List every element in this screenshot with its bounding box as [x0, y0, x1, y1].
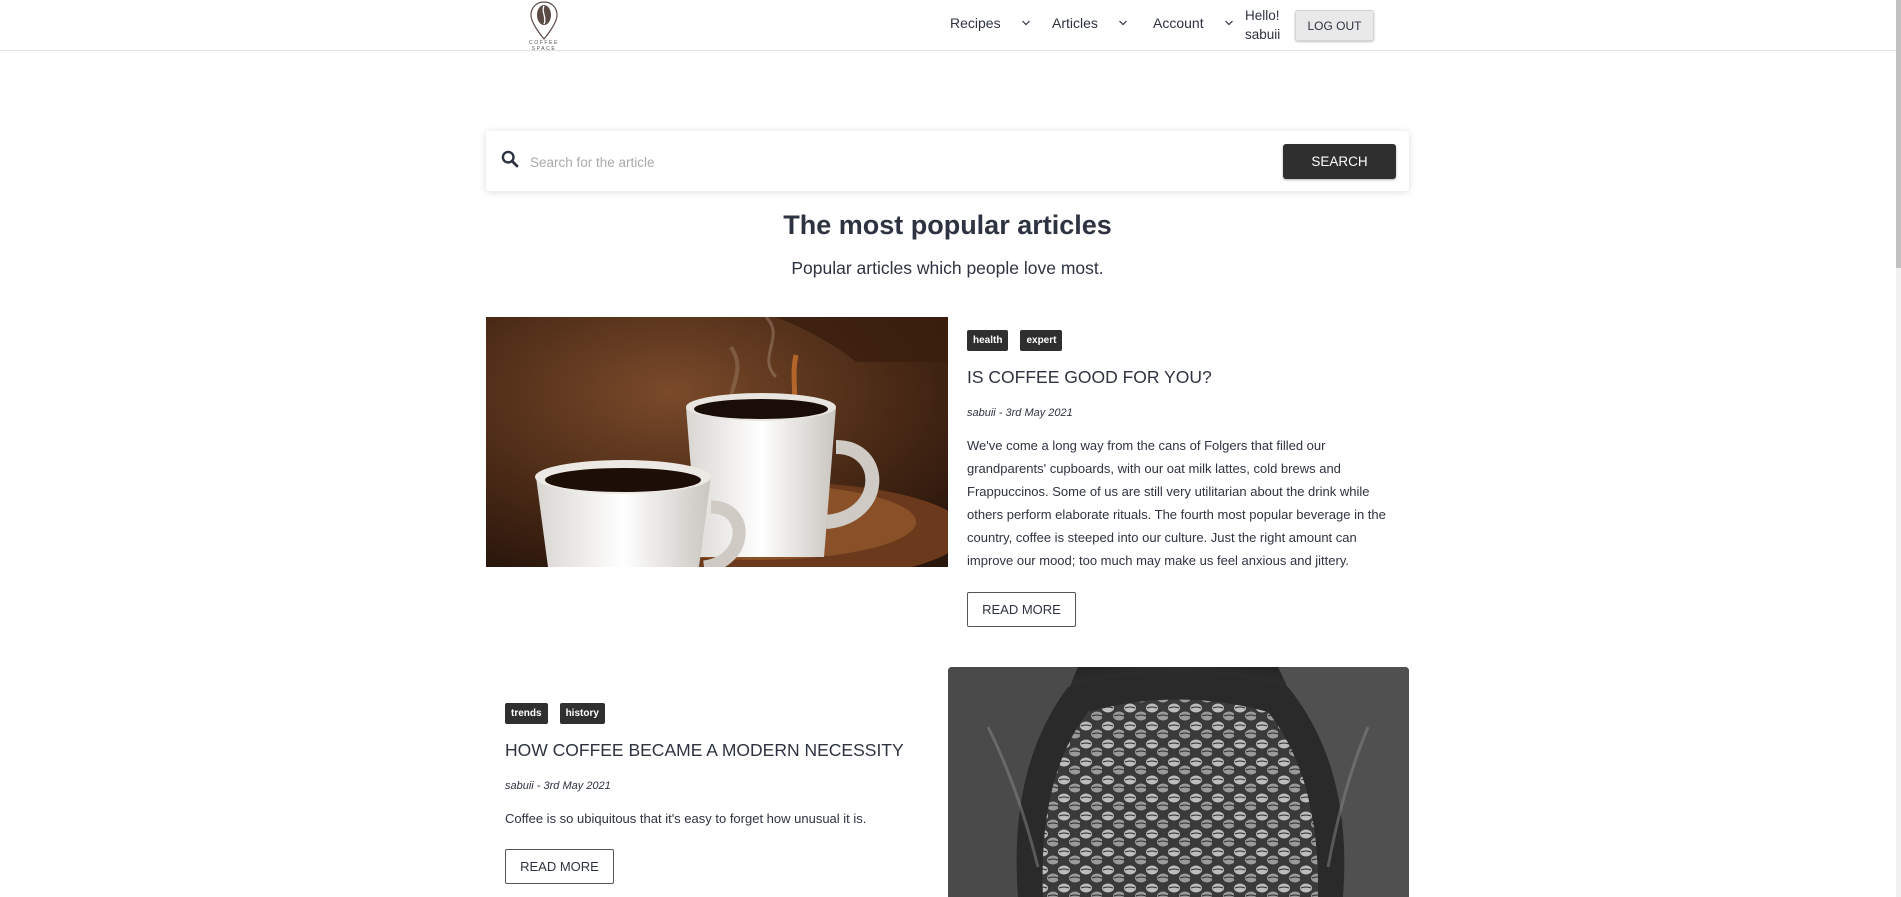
nav-recipes[interactable]: Recipes	[950, 15, 1031, 31]
tag[interactable]: history	[559, 703, 605, 724]
nav-articles[interactable]: Articles	[1052, 15, 1128, 31]
search-button[interactable]: SEARCH	[1283, 144, 1396, 179]
chevron-down-icon	[1224, 20, 1233, 26]
coffee-cups-illustration	[486, 317, 948, 567]
nav-articles-label: Articles	[1052, 15, 1098, 31]
section-title: The most popular articles	[783, 210, 1112, 240]
nav-account[interactable]: Account	[1153, 15, 1234, 31]
search-icon	[501, 150, 519, 168]
article-1-excerpt: We've come a long way from the cans of F…	[967, 438, 1386, 568]
brand-logo[interactable]: COFFEE SPACE	[516, 0, 572, 52]
article-image-coffee-beans[interactable]	[948, 667, 1409, 897]
article-2-title[interactable]: HOW COFFEE BECAME A MODERN NECESSITY	[505, 740, 904, 761]
coffee-bean-pin-icon	[530, 1, 558, 40]
chevron-down-icon	[1021, 20, 1030, 26]
search-input[interactable]	[528, 148, 1212, 176]
logout-button[interactable]: LOG OUT	[1295, 10, 1374, 41]
tag[interactable]: expert	[1020, 330, 1063, 351]
username: sabuii	[1245, 27, 1281, 42]
top-navbar: COFFEE SPACE Recipes Articles Account He…	[0, 0, 1901, 52]
logo-text: COFFEE SPACE	[529, 40, 559, 52]
tag[interactable]: trends	[505, 703, 548, 724]
article-image-coffee-cups[interactable]	[486, 317, 948, 567]
article-2-meta: sabuii - 3rd May 2021	[505, 780, 611, 792]
article-1-meta: sabuii - 3rd May 2021	[967, 407, 1073, 419]
user-greeting: Hello! sabuii	[1245, 6, 1280, 44]
nav-recipes-label: Recipes	[950, 15, 1001, 31]
search-bar: SEARCH	[486, 131, 1409, 191]
nav-account-label: Account	[1153, 15, 1204, 31]
section-subtitle: Popular articles which people love most.	[791, 258, 1104, 278]
article-2-tags: trends history	[505, 703, 605, 724]
article-1-tags: health expert	[967, 330, 1063, 351]
chevron-down-icon	[1118, 20, 1127, 26]
article-2-read-more-button[interactable]: READ MORE	[505, 849, 614, 884]
hello-label: Hello!	[1245, 8, 1280, 23]
article-1-title[interactable]: IS COFFEE GOOD FOR YOU?	[967, 367, 1212, 388]
page-scrollbar-thumb[interactable]	[1896, 0, 1901, 268]
article-1-read-more-button[interactable]: READ MORE	[967, 592, 1076, 627]
article-2-excerpt: Coffee is so ubiquitous that it's easy t…	[505, 811, 867, 826]
coffee-beans-hands-illustration	[948, 667, 1409, 897]
tag[interactable]: health	[967, 330, 1009, 351]
